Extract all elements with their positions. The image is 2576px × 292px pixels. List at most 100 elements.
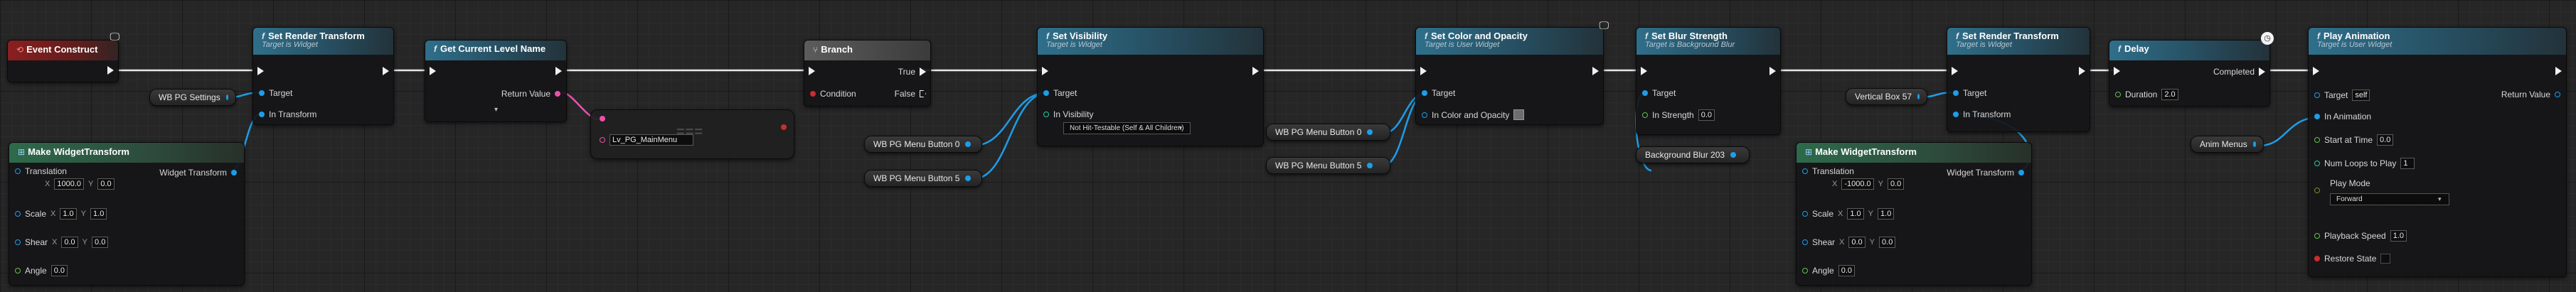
set-render-transform-header[interactable]: f Set Render Transform Target is Widget — [1947, 28, 2090, 55]
branch-header[interactable]: ⑂ Branch — [804, 40, 930, 60]
object-pin[interactable] — [225, 94, 228, 100]
set-blur-strength-node[interactable]: f Set Blur Strength Target is Background … — [1636, 27, 1781, 135]
translation-fields[interactable]: X -1000.0 Y 0.0 — [1832, 178, 1905, 190]
string-a-pin[interactable] — [600, 116, 605, 121]
object-pin[interactable] — [2252, 141, 2256, 147]
exec-in-pin[interactable] — [430, 67, 436, 75]
target-pin[interactable]: Target — [1422, 88, 1455, 98]
exec-out-pin[interactable] — [107, 66, 114, 75]
exec-in-pin[interactable] — [257, 67, 264, 75]
condition-pin[interactable]: Condition — [810, 89, 856, 99]
play-mode-pin[interactable] — [2314, 188, 2320, 193]
exec-out-pin[interactable] — [555, 67, 562, 75]
translation-pin[interactable]: Translation — [15, 166, 67, 176]
make-transform-header[interactable]: ⊞ Make WidgetTransform — [9, 143, 244, 163]
play-mode-dropdown[interactable]: Forward ▾ — [2330, 193, 2449, 205]
variable-wb-pg-menu-button-5[interactable]: WB PG Menu Button 5 — [864, 170, 982, 187]
exec-in-pin[interactable] — [1952, 67, 1958, 75]
in-strength-pin[interactable]: In Strength 0.0 — [1642, 109, 1715, 121]
set-render-transform-header[interactable]: f Set Render Transform Target is Widget — [253, 28, 393, 55]
in-transform-pin[interactable]: In Transform — [1953, 109, 2011, 119]
set-render-transform-node-1[interactable]: f Set Render Transform Target is Widget T… — [252, 27, 394, 125]
translation-y-field[interactable]: 0.0 — [97, 178, 115, 190]
object-pin[interactable] — [1367, 163, 1373, 168]
make-widget-transform-node-2[interactable]: ⊞ Make WidgetTransform Translation X -1000… — [1796, 142, 2032, 286]
set-color-opacity-node[interactable]: f Set Color and Opacity Target is User Wi… — [1415, 19, 1609, 125]
in-transform-pin[interactable]: In Transform — [259, 109, 316, 119]
exec-out-pin[interactable] — [2079, 67, 2085, 75]
true-out-pin[interactable]: True — [898, 67, 926, 77]
strength-field[interactable]: 0.0 — [1698, 109, 1715, 121]
make-transform-header[interactable]: ⊞ Make WidgetTransform — [1797, 143, 2031, 163]
variable-wb-pg-settings[interactable]: WB PG Settings — [149, 89, 236, 106]
bool-out-pin[interactable] — [781, 124, 787, 130]
target-pin[interactable]: Target — [259, 88, 292, 98]
shear-y-field[interactable]: 0.0 — [1879, 237, 1896, 248]
widget-transform-out-pin[interactable]: Widget Transform — [159, 168, 237, 178]
make-widget-transform-node-1[interactable]: ⊞ Make WidgetTransform Translation X 1000.… — [9, 142, 245, 286]
shear-y-field[interactable]: 0.0 — [92, 237, 109, 248]
variable-wb-pg-menu-button-0[interactable]: WB PG Menu Button 0 — [864, 136, 982, 153]
exec-out-pin[interactable] — [2555, 67, 2562, 75]
object-pin[interactable] — [965, 141, 972, 147]
scale-x-field[interactable]: 1.0 — [1847, 208, 1864, 220]
start-at-time-pin[interactable]: Start at Time 0.0 — [2314, 134, 2394, 146]
set-blur-strength-header[interactable]: f Set Blur Strength Target is Background … — [1636, 28, 1780, 55]
exec-out-pin[interactable] — [1592, 67, 1599, 75]
angle-field[interactable]: 0.0 — [50, 265, 68, 276]
target-pin[interactable]: Target — [1043, 88, 1077, 98]
object-pin[interactable] — [1917, 94, 1920, 99]
scale-pin[interactable]: Scale X 1.0 Y 1.0 — [1802, 208, 1895, 220]
scale-y-field[interactable]: 1.0 — [90, 208, 107, 220]
exec-in-pin[interactable] — [809, 67, 815, 75]
restore-state-pin[interactable]: Restore State — [2314, 254, 2391, 264]
scale-y-field[interactable]: 1.0 — [1878, 208, 1895, 220]
in-visibility-pin[interactable]: In Visibility — [1043, 109, 1093, 119]
num-loops-field[interactable]: 1 — [2400, 158, 2415, 169]
duration-field[interactable]: 2.0 — [2161, 89, 2178, 100]
delay-node[interactable]: f Delay ◷ Completed Duration 2.0 — [2109, 32, 2274, 107]
exec-in-pin[interactable] — [2313, 67, 2319, 75]
target-pin[interactable]: Target — [1953, 88, 1986, 98]
return-value-pin[interactable]: Return Value — [501, 89, 560, 99]
object-pin[interactable] — [965, 175, 972, 181]
target-pin[interactable]: Target self — [2314, 90, 2370, 101]
angle-pin[interactable]: Angle 0.0 — [1802, 265, 1855, 276]
in-animation-pin[interactable]: In Animation — [2314, 112, 2371, 121]
in-color-pin[interactable]: In Color and Opacity — [1422, 109, 1525, 120]
color-swatch[interactable] — [1513, 109, 1525, 120]
target-self-field[interactable]: self — [2352, 90, 2370, 101]
translation-pin[interactable]: Translation — [1802, 166, 1854, 176]
num-loops-pin[interactable]: Num Loops to Play 1 — [2314, 158, 2415, 169]
set-visibility-header[interactable]: f Set Visibility Target is Widget — [1038, 28, 1263, 55]
angle-field[interactable]: 0.0 — [1838, 265, 1855, 276]
exec-in-pin[interactable] — [2114, 67, 2120, 75]
set-render-transform-node-2[interactable]: f Set Render Transform Target is Widget T… — [1947, 27, 2090, 132]
variable-anim-menus[interactable]: Anim Menus — [2191, 136, 2264, 153]
exec-in-pin[interactable] — [1042, 67, 1048, 75]
variable-background-blur-203[interactable]: Background Blur 203 — [1636, 146, 1750, 163]
object-pin[interactable] — [1367, 129, 1373, 135]
shear-x-field[interactable]: 0.0 — [1848, 237, 1866, 248]
play-animation-header[interactable]: f Play Animation Target is User Widget — [2309, 28, 2566, 55]
start-time-field[interactable]: 0.0 — [2377, 134, 2394, 146]
equal-string-node[interactable]: === Lv_PG_MainMenu — [590, 109, 794, 159]
get-level-name-header[interactable]: f Get Current Level Name — [425, 40, 566, 60]
playback-speed-pin[interactable]: Playback Speed 1.0 — [2314, 230, 2407, 242]
completed-out-pin[interactable]: Completed — [2213, 67, 2265, 77]
translation-fields[interactable]: X 1000.0 Y 0.0 — [45, 178, 115, 190]
exec-out-pin[interactable] — [1252, 67, 1259, 75]
false-out-pin[interactable]: False — [895, 89, 926, 99]
level-name-field[interactable]: Lv_PG_MainMenu — [610, 134, 693, 146]
duration-pin[interactable]: Duration 2.0 — [2115, 89, 2178, 100]
set-visibility-node[interactable]: f Set Visibility Target is Widget Target … — [1037, 27, 1264, 146]
exec-in-pin[interactable] — [1420, 67, 1427, 75]
variable-wb-pg-menu-button-5-b[interactable]: WB PG Menu Button 5 — [1266, 157, 1390, 174]
expand-chevron-icon[interactable]: ▾ — [494, 106, 498, 114]
play-animation-node[interactable]: f Play Animation Target is User Widget Ta… — [2308, 27, 2567, 277]
shear-pin[interactable]: Shear X 0.0 Y 0.0 — [1802, 237, 1896, 248]
translation-x-field[interactable]: 1000.0 — [54, 178, 84, 190]
branch-node[interactable]: ⑂ Branch True Condition False — [804, 40, 931, 107]
angle-pin[interactable]: Angle 0.0 — [15, 265, 68, 276]
variable-vertical-box-57[interactable]: Vertical Box 57 — [1846, 88, 1927, 105]
